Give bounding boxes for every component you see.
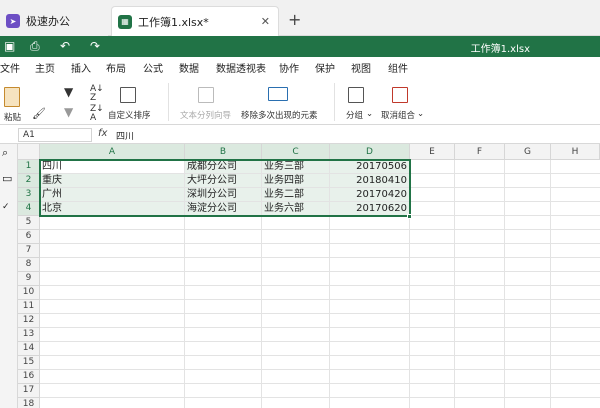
- menu-bar: 文件 主页 插入 布局 公式 数据 数据透视表 协作 保护 视图 组件: [0, 57, 600, 79]
- cell-d2[interactable]: 20180410: [330, 174, 410, 188]
- column-header-d[interactable]: D: [330, 144, 410, 160]
- column-header-e[interactable]: E: [410, 144, 455, 160]
- menu-pivot[interactable]: 数据透视表: [216, 60, 266, 75]
- ungroup-dropdown-icon[interactable]: ⌄: [417, 109, 424, 119]
- app-logo-icon: ➤: [6, 14, 20, 28]
- menu-collab[interactable]: 协作: [279, 60, 299, 75]
- column-header-h[interactable]: H: [551, 144, 600, 160]
- group-label[interactable]: 分组: [346, 109, 363, 121]
- select-all-corner[interactable]: [18, 144, 40, 160]
- menu-formula[interactable]: 公式: [143, 60, 163, 75]
- search-icon[interactable]: ⌕: [2, 146, 8, 160]
- ribbon: 粘贴 🖌 ▼ ▼ A↓ Z Z↓ A 自定义排序 文本分列向导 移除多次出现的元素 …: [0, 77, 600, 125]
- cell-d1[interactable]: 20170506: [330, 160, 410, 174]
- save-icon[interactable]: ▣: [4, 39, 15, 53]
- print-icon[interactable]: ⎙: [30, 39, 40, 54]
- menu-insert[interactable]: 插入: [71, 60, 91, 75]
- filter-icon[interactable]: ▼: [64, 85, 73, 99]
- undo-icon[interactable]: ↶: [60, 39, 70, 53]
- ungroup-icon[interactable]: [392, 87, 408, 103]
- group-dropdown-icon[interactable]: ⌄: [366, 109, 373, 119]
- fill-handle[interactable]: [407, 214, 412, 219]
- text-to-columns-icon: [198, 87, 214, 103]
- paste-icon[interactable]: [4, 87, 20, 107]
- redo-icon[interactable]: ↷: [90, 39, 100, 53]
- cell-a4[interactable]: 北京: [40, 202, 185, 216]
- cell-d4[interactable]: 20170620: [330, 202, 410, 216]
- cell-d3[interactable]: 20170420: [330, 188, 410, 202]
- column-header-a[interactable]: A: [40, 144, 185, 160]
- group-icon[interactable]: [348, 87, 364, 103]
- cell-c2[interactable]: 业务四部: [262, 174, 330, 188]
- cell-b3[interactable]: 深圳分公司: [185, 188, 262, 202]
- document-title: 工作簿1.xlsx: [470, 44, 530, 55]
- formula-bar: A1 fx 四川: [0, 126, 600, 144]
- close-tab-icon[interactable]: ✕: [261, 15, 270, 28]
- tab-home-label: 极速办公: [26, 15, 70, 28]
- menu-file[interactable]: 文件: [0, 60, 20, 75]
- spreadsheet-grid: A B C D E F G H 1 2 3 4 5 6 7 8 9 10 11 …: [18, 144, 600, 408]
- tab-workbook-label: 工作簿1.xlsx*: [138, 15, 209, 29]
- tab-bar: ➤ 极速办公 ▦ 工作簿1.xlsx* ✕ +: [0, 0, 600, 36]
- cell-c1[interactable]: 业务三部: [262, 160, 330, 174]
- column-header-b[interactable]: B: [185, 144, 262, 160]
- remove-duplicates-icon[interactable]: [268, 87, 288, 101]
- custom-sort-label[interactable]: 自定义排序: [108, 109, 151, 121]
- sort-asc-icon[interactable]: A↓ Z: [90, 85, 104, 103]
- new-tab-button[interactable]: +: [288, 10, 301, 29]
- cell-a1[interactable]: 四川: [40, 160, 185, 174]
- menu-components[interactable]: 组件: [388, 60, 408, 75]
- paste-label: 粘贴: [4, 113, 22, 123]
- menu-home[interactable]: 主页: [35, 60, 55, 75]
- ribbon-divider: [168, 83, 169, 121]
- tab-workbook[interactable]: ▦ 工作簿1.xlsx* ✕: [111, 6, 279, 36]
- menu-layout[interactable]: 布局: [106, 60, 126, 75]
- formula-input[interactable]: 四川: [116, 129, 134, 142]
- cell-b4[interactable]: 海淀分公司: [185, 202, 262, 216]
- name-box[interactable]: A1: [18, 128, 92, 142]
- text-to-columns-label: 文本分列向导: [180, 111, 232, 121]
- spellcheck-icon[interactable]: ✓: [2, 202, 10, 212]
- cell-c3[interactable]: 业务二部: [262, 188, 330, 202]
- tab-home[interactable]: ➤ 极速办公: [0, 6, 108, 36]
- column-header-g[interactable]: G: [505, 144, 551, 160]
- column-header-c[interactable]: C: [262, 144, 330, 160]
- spreadsheet-icon: ▦: [118, 14, 132, 29]
- quick-access-bar: ▣ ⎙ ↶ ↷ 工作簿1.xlsx: [0, 36, 600, 57]
- format-painter-icon[interactable]: 🖌: [32, 107, 46, 120]
- menu-protect[interactable]: 保护: [315, 60, 335, 75]
- clear-filter-icon[interactable]: ▼: [64, 105, 73, 119]
- ribbon-divider: [334, 83, 335, 121]
- left-sidebar: ⌕ ▭ ✓: [0, 144, 18, 408]
- ungroup-label[interactable]: 取消组合: [381, 109, 415, 121]
- cell-a2[interactable]: 重庆: [40, 174, 185, 188]
- cell-b1[interactable]: 成都分公司: [185, 160, 262, 174]
- fx-icon[interactable]: fx: [98, 128, 107, 139]
- sort-desc-icon[interactable]: Z↓ A: [90, 105, 104, 123]
- comment-icon[interactable]: ▭: [2, 172, 12, 185]
- cell-c4[interactable]: 业务六部: [262, 202, 330, 216]
- remove-duplicates-label[interactable]: 移除多次出现的元素: [241, 109, 318, 121]
- column-header-f[interactable]: F: [455, 144, 505, 160]
- menu-view[interactable]: 视图: [351, 60, 371, 75]
- custom-sort-icon[interactable]: [120, 87, 136, 103]
- cell-b2[interactable]: 大坪分公司: [185, 174, 262, 188]
- cell-a3[interactable]: 广州: [40, 188, 185, 202]
